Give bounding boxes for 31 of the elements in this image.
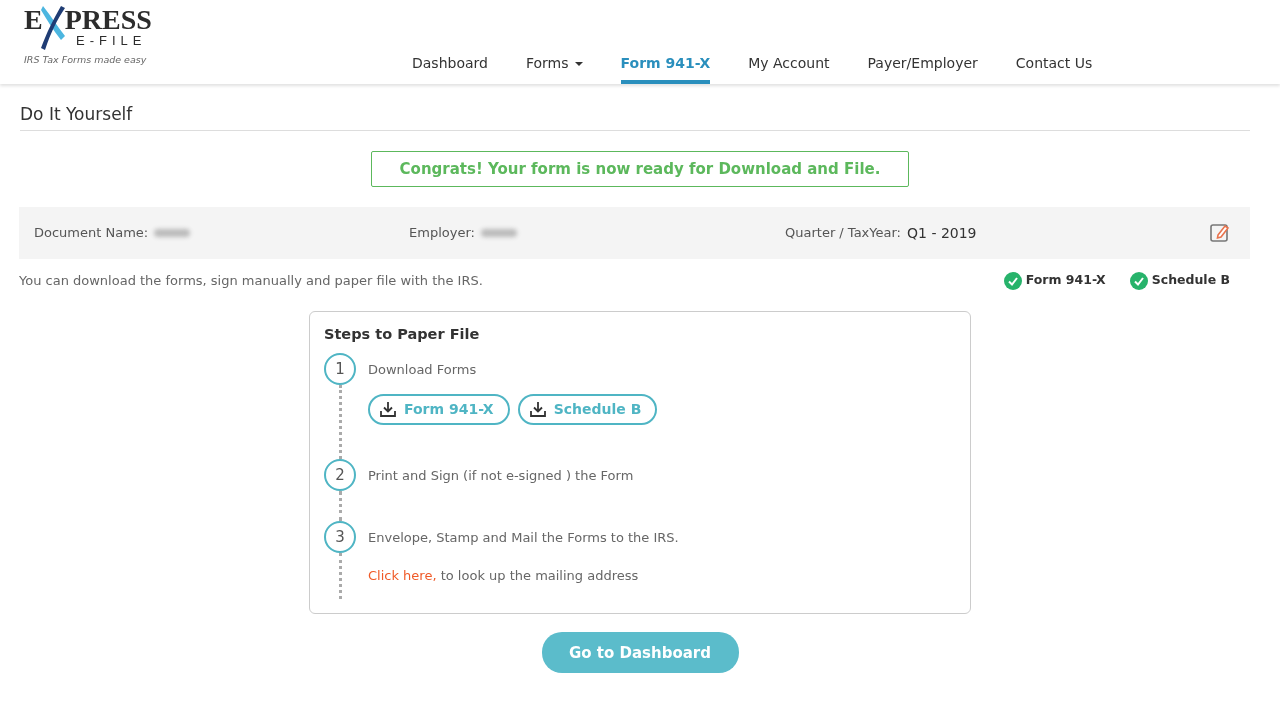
step-number: 2 [324, 458, 356, 491]
step-number: 3 [324, 521, 356, 554]
field-label: Quarter / TaxYear: [785, 224, 901, 243]
logo-text: E [24, 6, 43, 34]
card-title: Steps to Paper File [324, 324, 481, 344]
nav-tab[interactable]: Dashboard [412, 45, 488, 84]
logo-subtitle: E-FILE [76, 34, 148, 47]
status-label: Schedule B [1151, 271, 1230, 290]
edit-icon[interactable] [1210, 223, 1230, 243]
step-note: Click here, to look up the mailing address [368, 566, 640, 585]
field-label: Document Name: [34, 224, 149, 243]
step-text: Envelope, Stamp and Mail the Forms to the IRS. [368, 529, 679, 548]
field-value: Q1 - 2019 [907, 223, 977, 243]
step-text: Download Forms [368, 361, 478, 380]
nav-tab[interactable]: Payer/Employer [867, 45, 978, 84]
page-title: Do It Yourself [20, 102, 1250, 131]
status-label: Form 941-X [1025, 271, 1106, 290]
info-text: You can download the forms, sign manually and paper file with the IRS. [19, 272, 483, 290]
success-alert: Congrats! Your form is now ready for Download and File. [370, 150, 910, 187]
step-number: 1 [324, 353, 356, 386]
nav-tab[interactable]: My Account [748, 45, 830, 84]
logo-tagline: IRS Tax Forms made easy [24, 53, 148, 67]
step-text: Print and Sign (if not e-signed ) the Form [368, 466, 634, 485]
nav-tab[interactable]: Contact Us [1015, 45, 1093, 84]
download-icon [529, 401, 546, 418]
nav-tab[interactable]: Form 941-X [620, 45, 711, 84]
nav-tab[interactable]: Forms [525, 45, 583, 84]
download-icon [380, 401, 396, 418]
logo-x-icon [40, 6, 67, 50]
logo-text: PRESS [64, 6, 152, 34]
field-label: Employer: [409, 224, 475, 243]
